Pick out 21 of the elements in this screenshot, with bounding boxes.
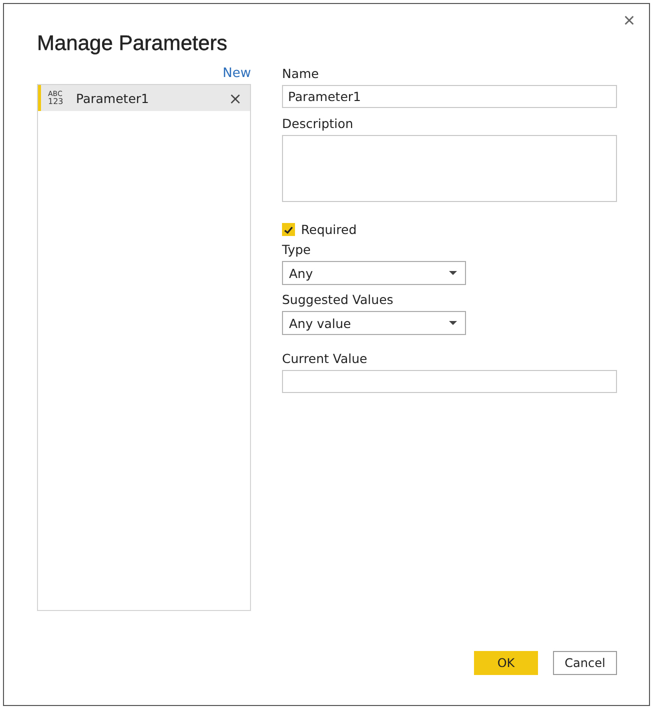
type-dropdown[interactable]: Any bbox=[282, 261, 466, 285]
checkbox-label: Required bbox=[301, 222, 357, 237]
field-label: Name bbox=[282, 66, 320, 82]
field-label: Type bbox=[282, 242, 312, 258]
description-input[interactable] bbox=[282, 135, 617, 202]
field-label: Current Value bbox=[282, 351, 368, 367]
required-checkbox[interactable] bbox=[282, 223, 295, 236]
dialog-title: Manage Parameters bbox=[37, 32, 228, 56]
remove-button[interactable]: × bbox=[228, 88, 242, 108]
parameter-name: Parameter1 bbox=[76, 90, 150, 106]
field-label: Description bbox=[282, 116, 354, 132]
current-value-input[interactable] bbox=[282, 370, 617, 393]
caret-icon bbox=[449, 321, 457, 325]
field-label: Suggested Values bbox=[282, 292, 394, 308]
close-button[interactable]: × bbox=[619, 10, 639, 32]
suggested-values-dropdown[interactable]: Any value bbox=[282, 311, 466, 335]
caret-icon bbox=[449, 271, 457, 275]
new-link[interactable]: New bbox=[222, 66, 251, 82]
ok-button[interactable]: OK bbox=[474, 651, 538, 675]
cancel-button[interactable]: Cancel bbox=[553, 651, 617, 675]
name-input[interactable]: Parameter1 bbox=[282, 85, 617, 108]
